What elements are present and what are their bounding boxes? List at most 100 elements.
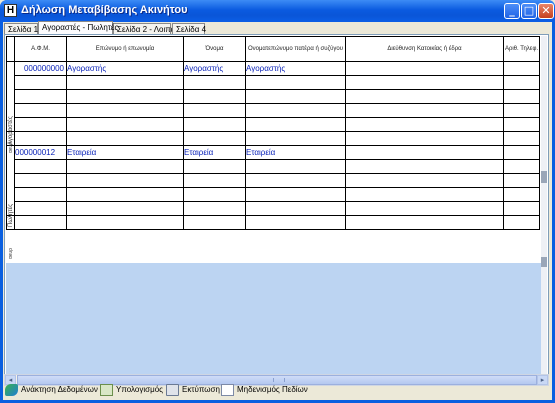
corner-cell	[6, 36, 15, 62]
close-button[interactable]: ✕	[538, 3, 554, 19]
table-row	[7, 201, 540, 216]
grid-cell[interactable]	[14, 173, 67, 188]
grid-cell[interactable]	[14, 201, 67, 216]
grid-cell[interactable]	[245, 201, 346, 216]
grid-cell[interactable]	[503, 173, 540, 188]
sellers-small-label: ακυρ	[8, 248, 14, 259]
grid-cell[interactable]	[503, 103, 540, 118]
grid-cell[interactable]	[345, 201, 504, 216]
buyer-father-cell[interactable]: Αγοραστής	[245, 61, 346, 76]
grid-cell[interactable]	[345, 103, 504, 118]
vertical-scrollbar[interactable]	[541, 36, 547, 374]
maximize-button[interactable]: □	[521, 3, 537, 19]
seller-father-cell[interactable]: Εταιρεία	[245, 145, 346, 160]
clear-fields-button[interactable]: Μηδενισμός Πεδίων	[221, 383, 308, 397]
table-row: 000000000 Αγοραστής Αγοραστής Αγοραστής	[6, 61, 540, 132]
grid-cell[interactable]	[345, 215, 504, 230]
grid-cell[interactable]	[345, 117, 504, 132]
grid-cell[interactable]	[66, 89, 184, 104]
grid-cell[interactable]	[183, 89, 246, 104]
grid-cell[interactable]	[503, 201, 540, 216]
minimize-button[interactable]: _	[504, 3, 520, 19]
grid-cell[interactable]	[345, 75, 504, 90]
seller-address-cell[interactable]	[345, 145, 504, 160]
tab-page-4[interactable]: Σελίδα 4	[172, 23, 206, 34]
buyer-name-cell[interactable]: Αγοραστής	[183, 61, 246, 76]
grid-cell[interactable]	[503, 159, 540, 174]
grid-cell[interactable]	[245, 103, 346, 118]
grid-cell[interactable]	[183, 173, 246, 188]
grid-cell[interactable]	[14, 215, 67, 230]
grid-cell[interactable]	[66, 215, 184, 230]
grid-cell[interactable]	[66, 131, 184, 146]
grid-cell[interactable]	[66, 75, 184, 90]
tab-panel: Α.Φ.Μ. Επώνυμο ή επωνυμία Όνομα Ονοματεπ…	[4, 34, 549, 376]
grid-cell[interactable]	[66, 201, 184, 216]
grid-cell[interactable]	[503, 75, 540, 90]
header-address: Διεύθυνση Κατοικίας ή έδρα	[345, 36, 504, 62]
grid-cell[interactable]	[14, 131, 67, 146]
seller-name-cell[interactable]: Εταιρεία	[183, 145, 246, 160]
grid-cell[interactable]	[345, 159, 504, 174]
printer-icon	[166, 383, 179, 396]
grid-cell[interactable]	[245, 215, 346, 230]
grid-cell[interactable]	[183, 103, 246, 118]
grid-cell[interactable]	[503, 89, 540, 104]
vertical-scroll-thumb[interactable]	[541, 171, 547, 183]
grid-cell[interactable]	[183, 159, 246, 174]
calculate-label: Υπολογισμός	[116, 385, 163, 394]
buyer-surname-cell[interactable]: Αγοραστής	[66, 61, 184, 76]
grid-cell[interactable]	[503, 215, 540, 230]
grid-cell[interactable]	[14, 187, 67, 202]
seller-phone-cell[interactable]	[503, 145, 540, 160]
grid-cell[interactable]	[345, 89, 504, 104]
tab-page-1[interactable]: Σελίδα 1	[4, 23, 38, 34]
table-row	[7, 187, 540, 202]
buyer-phone-cell[interactable]	[503, 61, 540, 76]
grid-cell[interactable]	[183, 131, 246, 146]
grid-cell[interactable]	[245, 173, 346, 188]
grid-cell[interactable]	[245, 131, 346, 146]
grid-cell[interactable]	[183, 187, 246, 202]
grid-cell[interactable]	[66, 117, 184, 132]
grid-cell[interactable]	[245, 75, 346, 90]
empty-area	[6, 263, 547, 375]
grid-cell[interactable]	[14, 117, 67, 132]
grid-cell[interactable]	[503, 117, 540, 132]
tab-buyers-sellers[interactable]: Αγοραστές - Πωλητές	[38, 21, 118, 34]
grid-cell[interactable]	[14, 75, 67, 90]
grid-cell[interactable]	[66, 103, 184, 118]
grid-cell[interactable]	[14, 159, 67, 174]
grid-cell[interactable]	[66, 159, 184, 174]
grid-cell[interactable]	[66, 173, 184, 188]
buyer-address-cell[interactable]	[345, 61, 504, 76]
grid-cell[interactable]	[345, 173, 504, 188]
import-data-button[interactable]: Ανάκτηση Δεδομένων	[5, 383, 98, 397]
blank-page-icon	[221, 383, 234, 396]
grid-cell[interactable]	[503, 187, 540, 202]
grid-cell[interactable]	[183, 117, 246, 132]
grid-cell[interactable]	[14, 103, 67, 118]
grid-cell[interactable]	[14, 89, 67, 104]
grid-cell[interactable]	[183, 75, 246, 90]
grid-cell[interactable]	[345, 187, 504, 202]
calculate-button[interactable]: Υπολογισμός	[100, 383, 163, 397]
print-button[interactable]: Εκτύπωση	[166, 383, 220, 397]
grid-cell[interactable]	[66, 187, 184, 202]
title-bar[interactable]: H Δήλωση Μεταβίβασης Ακινήτου _ □ ✕	[0, 0, 555, 22]
grid-cell[interactable]	[245, 89, 346, 104]
seller-surname-cell[interactable]: Εταιρεία	[66, 145, 184, 160]
seller-afm-cell[interactable]: 000000012	[14, 145, 67, 160]
buyer-afm-cell[interactable]: 000000000	[14, 61, 67, 76]
grid-cell[interactable]	[183, 215, 246, 230]
grid-cell[interactable]	[245, 159, 346, 174]
grid-cell[interactable]	[183, 201, 246, 216]
tab-page-2[interactable]: Σελίδα 2 - Λοιπά	[113, 23, 175, 34]
grid-cell[interactable]	[245, 117, 346, 132]
grid-cell[interactable]	[345, 131, 504, 146]
grid-cell[interactable]	[503, 131, 540, 146]
grid-cell[interactable]	[245, 187, 346, 202]
table-row	[7, 75, 540, 90]
vertical-scroll-thumb-2[interactable]	[541, 257, 547, 267]
app-window: H Δήλωση Μεταβίβασης Ακινήτου _ □ ✕ Σελί…	[0, 0, 555, 403]
